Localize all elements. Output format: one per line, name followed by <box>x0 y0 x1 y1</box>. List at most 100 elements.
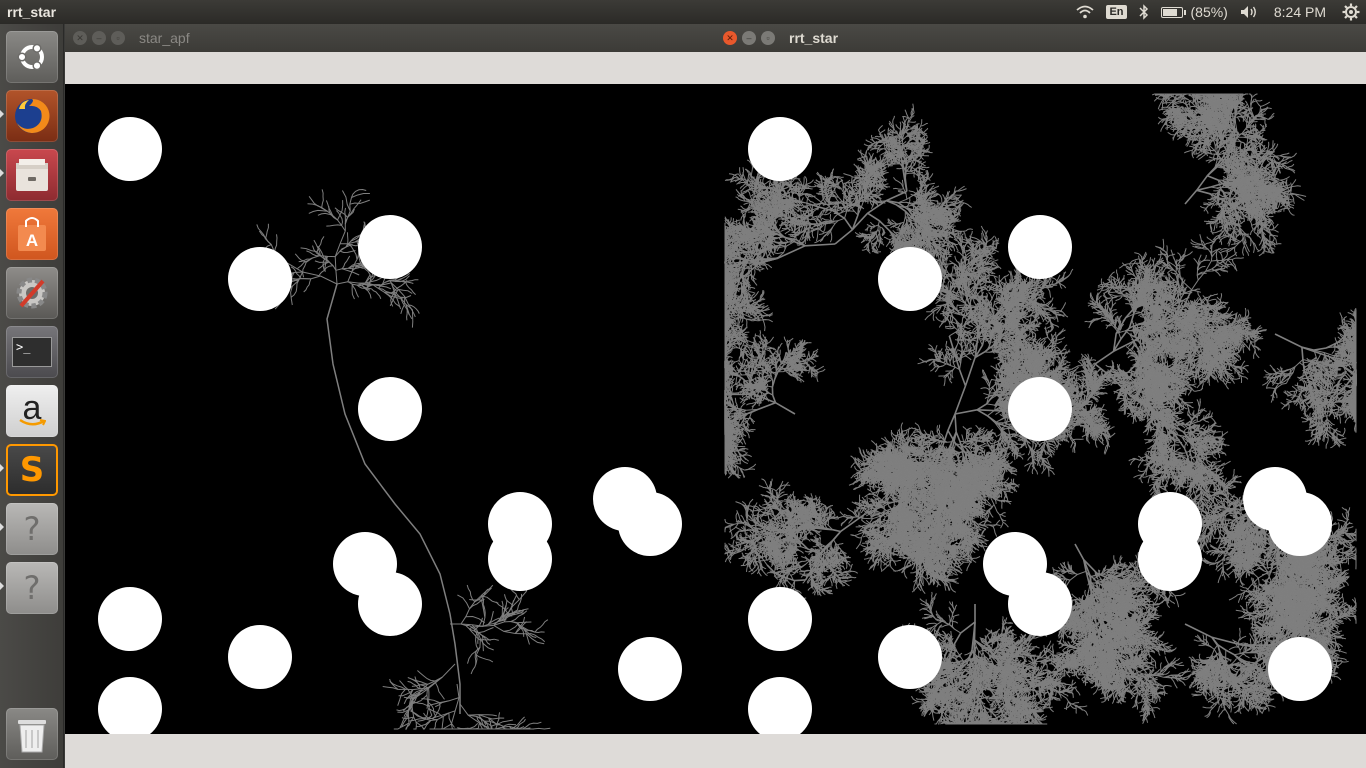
tree-edge <box>342 191 350 212</box>
battery-fill <box>1163 9 1177 16</box>
close-button[interactable]: ✕ <box>723 31 737 45</box>
bluetooth-icon[interactable] <box>1133 0 1155 24</box>
wifi-icon[interactable] <box>1070 0 1100 24</box>
wrench-gear-icon <box>12 273 52 313</box>
settings-gear-icon[interactable] <box>1336 0 1366 24</box>
firefox-icon <box>11 95 53 137</box>
launcher-system-settings[interactable] <box>6 267 58 319</box>
tree-edge <box>345 208 346 224</box>
tree-edge <box>479 628 494 633</box>
maximize-button[interactable]: ▫ <box>761 31 775 45</box>
amazon-smile <box>18 418 46 428</box>
tree-edge <box>327 284 460 714</box>
minimize-icon: – <box>96 34 101 43</box>
tree-edge <box>535 620 548 632</box>
launcher-files[interactable] <box>6 149 58 201</box>
maximize-button[interactable]: ▫ <box>111 31 125 45</box>
tree-edge <box>406 304 407 320</box>
tree-edge <box>335 231 345 284</box>
keyboard-language[interactable]: En <box>1100 0 1132 24</box>
language-label: En <box>1106 5 1126 19</box>
launcher-unknown-app-1[interactable]: ? <box>6 503 58 555</box>
battery-icon <box>1161 7 1183 18</box>
obstacle-circle <box>98 117 162 181</box>
tree-edge <box>265 224 268 239</box>
tree-edge <box>471 655 477 674</box>
tree-edge <box>936 345 938 353</box>
tree-edge <box>930 367 935 372</box>
tree-edge <box>417 671 435 682</box>
tree-edge <box>505 594 513 606</box>
tree-edge <box>989 292 992 299</box>
close-button[interactable]: ✕ <box>73 31 87 45</box>
window-titlebar[interactable]: ✕ – ▫ star_apf <box>65 24 715 52</box>
tree-edge <box>476 655 493 662</box>
launcher-terminal[interactable]: >_ <box>6 326 58 378</box>
ubuntu-logo-icon <box>14 39 50 75</box>
tree-edge <box>309 196 322 207</box>
tree-edge <box>275 234 277 252</box>
tree-edge <box>457 595 469 609</box>
window-star-apf: ✕ – ▫ star_apf <box>65 24 715 768</box>
battery-indicator[interactable]: (85%) <box>1155 0 1234 24</box>
minimize-icon: – <box>746 34 751 43</box>
tree-edge <box>398 688 427 690</box>
tree-edge <box>512 595 517 613</box>
launcher-software-center[interactable]: A <box>6 208 58 260</box>
volume-icon[interactable] <box>1234 0 1264 24</box>
tree-edge <box>497 720 513 724</box>
window-titlebar[interactable]: ✕ – ▫ rrt_star <box>715 24 1366 52</box>
tree-edge <box>1033 326 1039 327</box>
tree-edge <box>342 256 350 269</box>
tree-edge <box>964 326 971 328</box>
minimize-button[interactable]: – <box>742 31 756 45</box>
tree-edge <box>523 722 542 729</box>
obstacle-circle <box>358 572 422 636</box>
planner-canvas[interactable] <box>65 84 715 734</box>
launcher-unknown-app-2[interactable]: ? <box>6 562 58 614</box>
dash-button[interactable] <box>6 31 58 83</box>
tree-edge <box>413 702 429 707</box>
tree-edge <box>938 375 947 376</box>
tree-edge <box>371 289 380 299</box>
tree-edge <box>1009 334 1014 335</box>
question-icon: ? <box>24 510 41 548</box>
tree-edge <box>291 280 299 297</box>
tree-edge <box>317 236 324 251</box>
running-indicator <box>0 169 4 177</box>
tree-edge <box>1000 274 1009 282</box>
system-tray: En (85%) 8:24 PM <box>1070 0 1366 24</box>
tree-edge <box>291 286 293 305</box>
launcher-firefox[interactable] <box>6 90 58 142</box>
tree-edge <box>413 722 416 729</box>
launcher-sublime-text[interactable]: S <box>6 444 58 496</box>
tree-edge <box>406 280 419 283</box>
launcher-amazon[interactable]: a <box>6 385 58 437</box>
tree-edge <box>496 712 500 729</box>
tree-edge <box>303 262 307 277</box>
tree-edge <box>257 224 266 238</box>
tree-edge <box>304 279 311 292</box>
window-toolbar-area <box>65 52 715 84</box>
tree-edge <box>950 372 951 380</box>
launcher-trash[interactable] <box>6 708 58 760</box>
running-indicator <box>0 582 4 590</box>
file-cabinet-icon <box>13 157 51 193</box>
clock[interactable]: 8:24 PM <box>1264 0 1336 24</box>
window-title: star_apf <box>139 30 190 46</box>
tree-edge <box>309 210 328 213</box>
close-icon: ✕ <box>726 34 734 43</box>
tree-edge <box>346 232 348 247</box>
trash-icon <box>15 714 49 754</box>
window-status-area <box>65 734 715 768</box>
planner-canvas[interactable] <box>715 84 1366 734</box>
tree-edge <box>533 728 550 729</box>
maximize-icon: ▫ <box>766 34 769 43</box>
obstacle-circle <box>618 637 682 701</box>
minimize-button[interactable]: – <box>92 31 106 45</box>
tree-edge <box>402 717 414 718</box>
window-toolbar-area <box>715 52 1366 84</box>
top-panel: rrt_star En (85%) 8:24 PM <box>0 0 1366 24</box>
tree-edge <box>352 194 370 198</box>
tree-edge <box>966 324 973 327</box>
